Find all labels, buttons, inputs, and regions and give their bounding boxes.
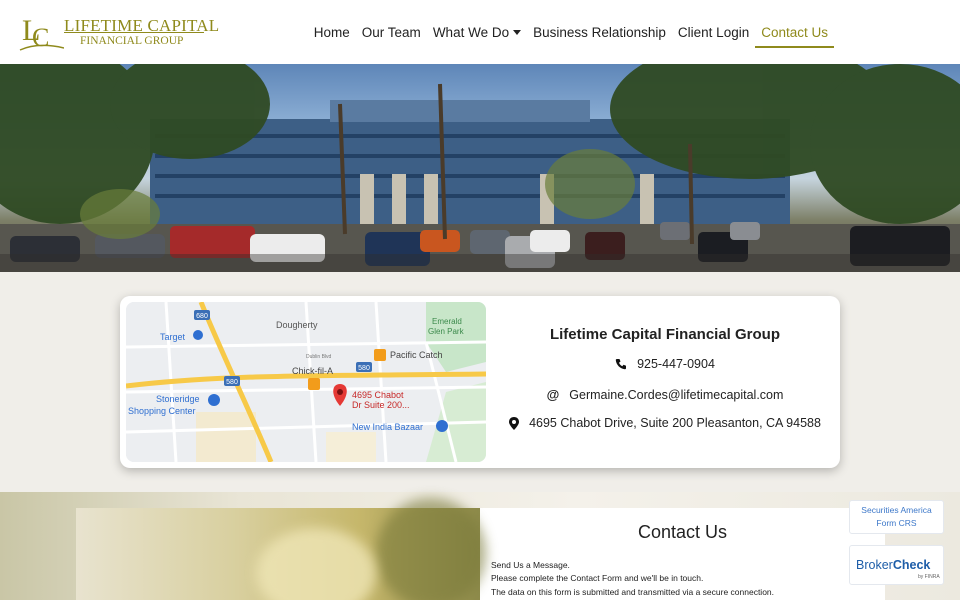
caret-down-icon — [513, 29, 522, 35]
street-address: 4695 Chabot Drive, Suite 200 Pleasanton,… — [529, 416, 821, 430]
map-label-dublin-blvd: Dublin Blvd — [306, 354, 332, 360]
map-label-dougherty: Dougherty — [276, 320, 318, 330]
sunset-decorative-image — [76, 498, 486, 600]
nav-our-team-label: Our Team — [361, 24, 421, 40]
shopping-center-pin-icon — [208, 394, 220, 406]
brokercheck-badge[interactable]: BrokerCheck by FINRA — [849, 545, 944, 585]
map-label-stoneridge: Stoneridge — [156, 394, 200, 404]
email-row[interactable]: @ Germaine.Cordes@lifetimecapital.com — [490, 387, 840, 402]
hero-office-building-image — [0, 64, 960, 272]
hwy-580-label: 580 — [226, 379, 238, 386]
brokercheck-part-1: Broker — [856, 558, 893, 572]
contact-card: 680 580 580 Dougherty Emerald Glen Park … — [120, 296, 840, 468]
nav-what-we-do-label: What We Do — [432, 24, 510, 40]
nav-what-we-do[interactable]: What We Do — [427, 0, 527, 64]
main-nav: Home Our Team What We Do Business Relati… — [308, 0, 834, 64]
map-label-shopping-center: Shopping Center — [128, 406, 196, 416]
nav-business-relationship[interactable]: Business Relationship — [527, 0, 672, 64]
at-icon: @ — [546, 387, 560, 402]
svg-text:C: C — [32, 23, 49, 52]
map-label-chick-fil-a: Chick-fil-A — [292, 366, 333, 376]
form-intro-line-2: Please complete the Contact Form and we'… — [491, 573, 704, 583]
nav-home[interactable]: Home — [308, 0, 356, 64]
lc-monogram-icon: L C — [19, 14, 64, 52]
contact-form-section: Contact Us Send Us a Message. Please com… — [76, 498, 885, 600]
brokercheck-part-2: Check — [892, 558, 931, 572]
phone-icon — [615, 358, 627, 370]
map-marker-icon — [509, 416, 520, 430]
map-label-glen-park: Glen Park — [428, 327, 465, 336]
phone-row[interactable]: 925-447-0904 — [490, 357, 840, 371]
form-intro-line-3: The data on this form is submitted and t… — [491, 587, 775, 597]
logo-divider — [64, 32, 204, 33]
svg-text:580: 580 — [358, 365, 370, 372]
form-crs-line-1: Securities America — [861, 505, 932, 515]
nav-home-label: Home — [313, 24, 350, 40]
form-intro-line-1: Send Us a Message. — [491, 560, 570, 570]
map-label-new-india-bazaar: New India Bazaar — [352, 422, 423, 432]
map-label-pacific-catch: Pacific Catch — [390, 350, 443, 360]
nav-our-team[interactable]: Our Team — [356, 0, 427, 64]
nav-client-login[interactable]: Client Login — [672, 0, 755, 64]
contact-info: Lifetime Capital Financial Group 925-447… — [490, 296, 840, 468]
form-crs-line-2: Form CRS — [876, 518, 917, 528]
restaurant-pin-icon-2 — [308, 378, 320, 390]
site-logo[interactable]: L C LIFETIME CAPITAL FINANCIAL GROUP — [18, 10, 219, 56]
nav-contact-us-label: Contact Us — [761, 24, 828, 40]
nav-business-relationship-label: Business Relationship — [533, 24, 666, 40]
brokercheck-logo: BrokerCheck — [856, 558, 930, 572]
address-row[interactable]: 4695 Chabot Drive, Suite 200 Pleasanton,… — [490, 416, 840, 430]
contact-form-title: Contact Us — [637, 522, 728, 542]
logo-line-2: FINANCIAL GROUP — [80, 35, 184, 47]
map-pin-label-1: 4695 Chabot — [352, 390, 404, 400]
site-header: L C LIFETIME CAPITAL FINANCIAL GROUP Hom… — [0, 0, 960, 64]
grocery-pin-icon — [436, 420, 448, 432]
email-address: Germaine.Cordes@lifetimecapital.com — [569, 387, 784, 402]
shopping-pin-icon — [193, 330, 203, 340]
restaurant-pin-icon — [374, 349, 386, 361]
map-label-target: Target — [160, 332, 186, 342]
map-pin-label-2: Dr Suite 200... — [352, 400, 410, 410]
contact-form-intro: Contact Us Send Us a Message. Please com… — [480, 508, 885, 600]
logo-line-1: LIFETIME CAPITAL — [64, 16, 220, 35]
nav-contact-us[interactable]: Contact Us — [755, 0, 834, 64]
phone-number: 925-447-0904 — [637, 357, 715, 371]
map-label-emerald: Emerald — [432, 317, 462, 326]
hwy-680-label: 680 — [196, 313, 208, 320]
nav-client-login-label: Client Login — [677, 24, 750, 40]
location-map[interactable]: 680 580 580 Dougherty Emerald Glen Park … — [126, 302, 486, 462]
company-name: Lifetime Capital Financial Group — [549, 326, 781, 343]
form-crs-badge[interactable]: Securities America Form CRS — [849, 500, 944, 534]
brokercheck-sub: by FINRA — [918, 574, 940, 580]
